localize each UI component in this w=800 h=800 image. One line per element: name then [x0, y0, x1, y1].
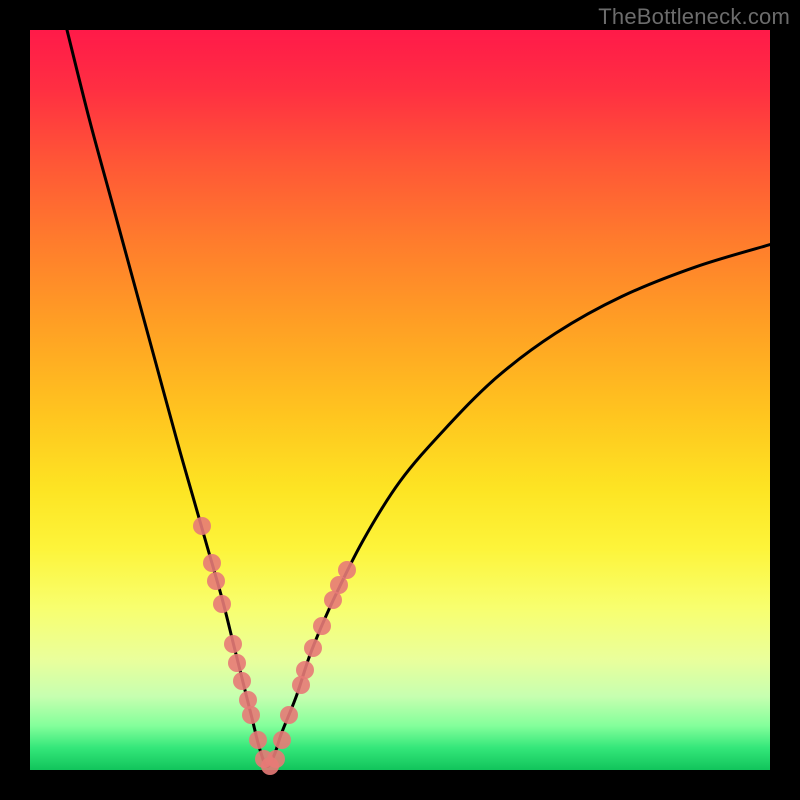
data-point-marker	[233, 672, 251, 690]
data-point-marker	[193, 517, 211, 535]
chart-container: TheBottleneck.com	[0, 0, 800, 800]
data-point-marker	[273, 731, 291, 749]
data-point-marker	[338, 561, 356, 579]
watermark-text: TheBottleneck.com	[598, 4, 790, 30]
data-point-marker	[228, 654, 246, 672]
data-point-marker	[313, 617, 331, 635]
curve-svg	[30, 30, 770, 770]
data-point-marker	[224, 635, 242, 653]
data-point-marker	[213, 595, 231, 613]
data-point-marker	[267, 750, 285, 768]
data-point-marker	[304, 639, 322, 657]
plot-area	[30, 30, 770, 770]
data-point-marker	[203, 554, 221, 572]
data-point-marker	[280, 706, 298, 724]
data-point-marker	[242, 706, 260, 724]
